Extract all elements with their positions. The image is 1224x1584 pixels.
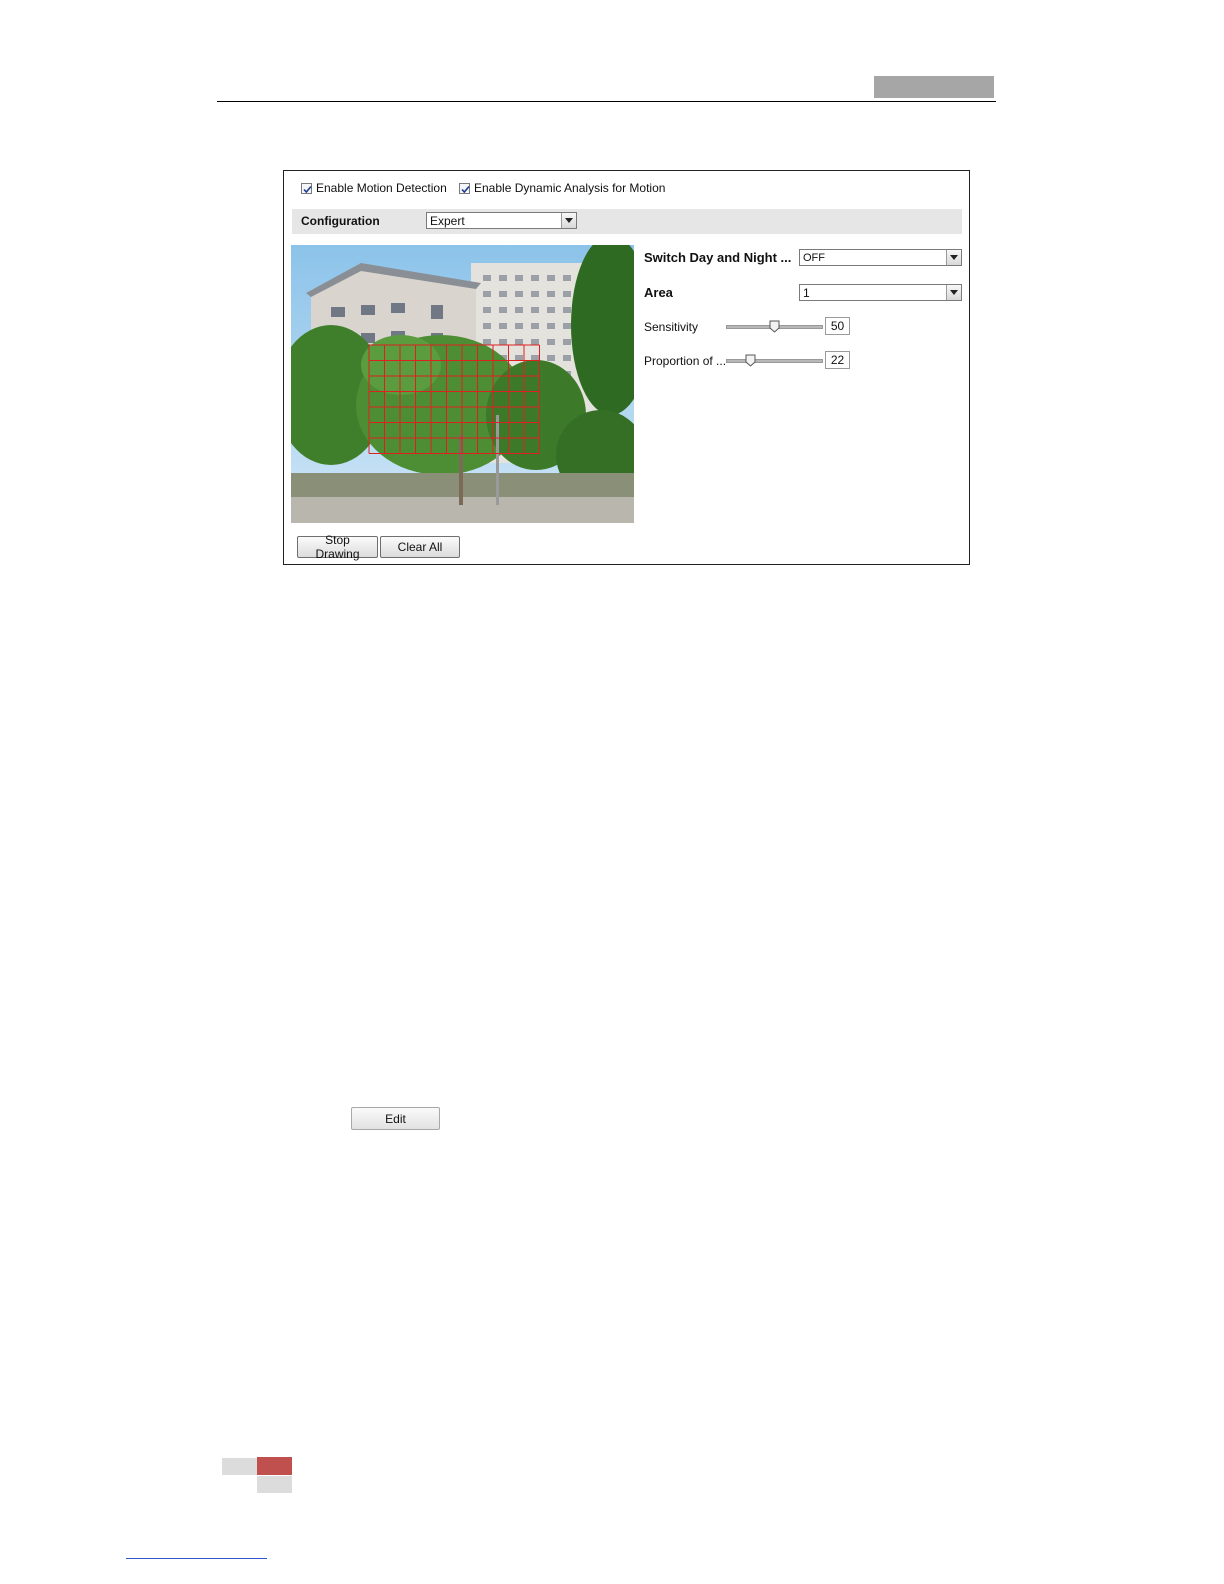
- area-select-value: 1: [803, 285, 810, 300]
- area-label: Area: [644, 285, 673, 300]
- footer-link-underline: [126, 1558, 267, 1559]
- proportion-slider[interactable]: [726, 353, 823, 369]
- video-preview[interactable]: [291, 245, 634, 523]
- enable-dynamic-analysis-label: Enable Dynamic Analysis for Motion: [474, 181, 666, 195]
- header-accent-bar: [874, 76, 994, 98]
- enable-dynamic-analysis-checkbox[interactable]: [459, 182, 470, 194]
- edit-button[interactable]: Edit: [351, 1107, 440, 1130]
- sensitivity-label: Sensitivity: [644, 320, 699, 334]
- camera-scene-image: [291, 245, 634, 523]
- slider-thumb-icon[interactable]: [769, 320, 780, 333]
- enable-dynamic-analysis-row[interactable]: Enable Dynamic Analysis for Motion: [459, 181, 665, 195]
- chevron-down-icon[interactable]: [946, 250, 961, 265]
- chevron-down-icon[interactable]: [561, 213, 576, 228]
- checkmark-icon: [461, 185, 470, 193]
- checkmark-icon: [303, 185, 312, 193]
- enable-motion-detection-checkbox[interactable]: [301, 182, 312, 194]
- sensitivity-slider[interactable]: [726, 319, 823, 335]
- enable-motion-detection-row[interactable]: Enable Motion Detection: [301, 181, 447, 195]
- footer-block-red: [257, 1457, 292, 1475]
- proportion-label: Proportion of ...: [644, 354, 727, 368]
- enable-motion-detection-label: Enable Motion Detection: [316, 181, 447, 195]
- motion-detection-panel: Enable Motion Detection Enable Dynamic A…: [283, 170, 970, 565]
- switch-day-night-select[interactable]: OFF: [799, 249, 962, 266]
- switch-day-night-label: Switch Day and Night ...: [644, 250, 792, 265]
- configuration-select[interactable]: Expert: [426, 212, 577, 229]
- proportion-slider-track: [726, 359, 823, 363]
- switch-day-night-value: OFF: [803, 251, 825, 264]
- sensitivity-value-field[interactable]: 50: [825, 317, 850, 335]
- configuration-label: Configuration: [301, 214, 380, 228]
- area-select[interactable]: 1: [799, 284, 962, 301]
- header-divider: [217, 101, 996, 102]
- clear-all-button[interactable]: Clear All: [380, 536, 460, 558]
- proportion-value-field[interactable]: 22: [825, 351, 850, 369]
- stop-drawing-button[interactable]: Stop Drawing: [297, 533, 378, 561]
- slider-thumb-icon[interactable]: [745, 354, 756, 367]
- footer-block-grey: [222, 1458, 257, 1475]
- footer-block-grey: [257, 1476, 292, 1493]
- configuration-bar: Configuration Expert: [292, 209, 962, 234]
- configuration-select-value: Expert: [430, 213, 465, 228]
- chevron-down-icon[interactable]: [946, 285, 961, 300]
